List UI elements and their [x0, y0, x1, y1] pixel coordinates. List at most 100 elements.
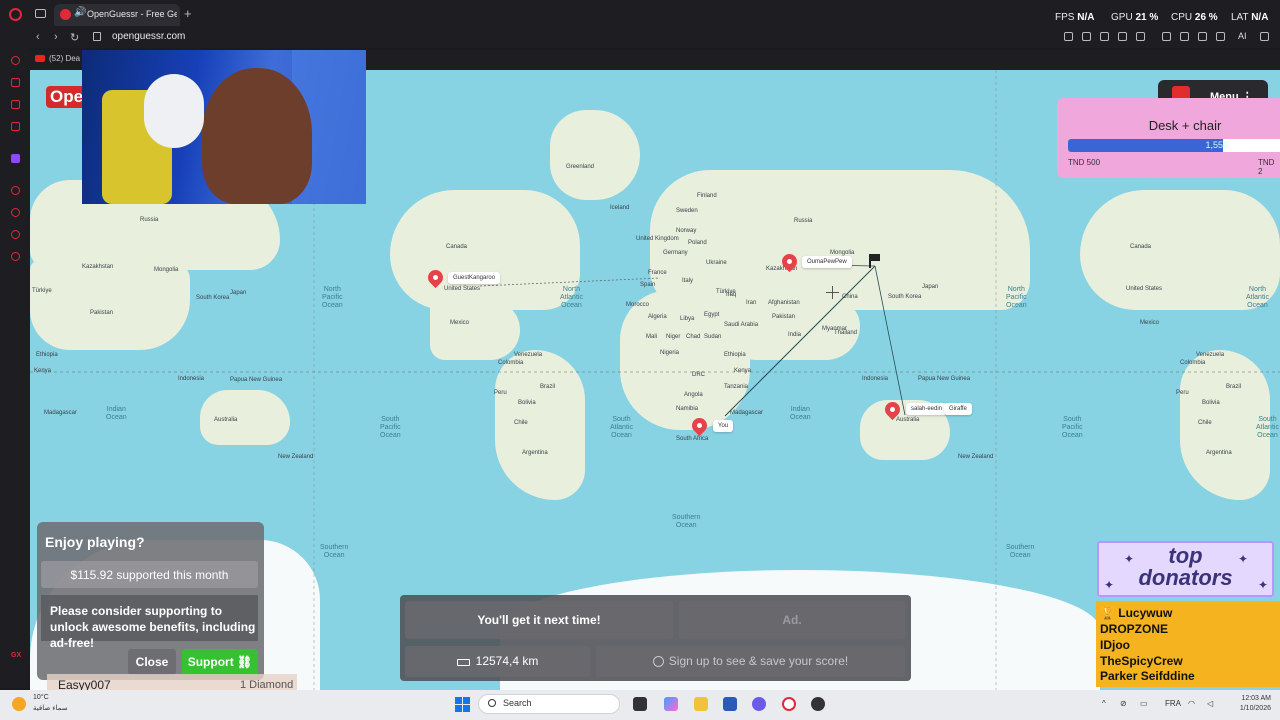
copilot-icon[interactable] [664, 697, 678, 711]
tray-display-icon[interactable]: ▭ [1140, 699, 1148, 708]
result-message: You'll get it next time! [405, 601, 673, 639]
sidebar-settings-icon[interactable] [11, 252, 20, 261]
shield-icon[interactable] [1100, 32, 1109, 41]
sidebar-history-icon[interactable] [11, 208, 20, 217]
start-icon[interactable] [455, 697, 470, 712]
tray-wifi-icon[interactable]: ◠ [1188, 699, 1195, 708]
map-label: Papua New Guinea [918, 376, 971, 382]
language-indicator[interactable]: FRA [1165, 699, 1181, 708]
distance-display: 12574,4 km [405, 646, 590, 677]
ocean-label: South Pacific Ocean [380, 416, 401, 439]
task-view-icon[interactable] [633, 697, 647, 711]
tray-network-icon[interactable]: ⊘ [1120, 699, 1127, 708]
user-icon [652, 656, 664, 667]
fps-stat: FPS N/A [1055, 12, 1095, 23]
forward-icon[interactable]: › [54, 31, 58, 43]
back-icon[interactable]: ‹ [36, 31, 40, 43]
donator-name: DROPZONE [1100, 622, 1169, 636]
download-icon[interactable] [1216, 32, 1225, 41]
donator-name: Parker Seifddine [1100, 669, 1195, 683]
tray-chevron-icon[interactable]: ^ [1102, 699, 1106, 708]
aria-ai-button[interactable]: AI [1238, 31, 1247, 41]
map-label: Sudan [704, 334, 722, 340]
support-button[interactable]: Support ⛓ [182, 649, 258, 675]
signup-button[interactable]: Sign up to see & save your score! [596, 646, 905, 677]
map-label: Japan [230, 290, 247, 296]
map-label: Nigeria [660, 350, 680, 356]
ocean-label: Indian Ocean [106, 406, 127, 421]
ocean-label: Southern Ocean [672, 514, 701, 529]
map-label: Venezuela [514, 352, 543, 358]
map-label: Morocco [626, 302, 650, 308]
close-button[interactable]: Close [128, 649, 176, 675]
map-label: Kenya [734, 368, 752, 374]
map-label: DRC [692, 372, 705, 378]
bookmark-youtube[interactable]: (52) Dea [49, 54, 80, 63]
discord-icon[interactable] [752, 697, 766, 711]
map-label: Venezuela [1196, 352, 1225, 358]
sidebar-music-icon[interactable] [11, 122, 20, 131]
file-explorer-icon[interactable] [694, 697, 708, 711]
easy-setup-icon[interactable] [1260, 32, 1269, 41]
reload-icon[interactable]: ↻ [70, 31, 79, 44]
map-label: Niger [666, 334, 681, 340]
ocean-label: Indian Ocean [790, 406, 811, 421]
map-label: Mexico [1140, 320, 1160, 326]
app-icon[interactable] [811, 697, 825, 711]
taskbar-clock[interactable]: 12:03 AM 1/10/2026 [1231, 694, 1271, 714]
map-label: Kazakhstan [82, 264, 114, 270]
bookmark-icon[interactable] [1064, 32, 1073, 41]
map-label: New Zealand [958, 454, 994, 460]
store-icon[interactable] [723, 697, 737, 711]
map-label: Papua New Guinea [230, 377, 283, 383]
sidebar-player-icon[interactable] [11, 186, 20, 195]
sidebar-twitch-icon[interactable] [11, 154, 20, 163]
map-label: Saudi Arabia [724, 322, 759, 328]
opera-gx-taskbar-icon[interactable] [782, 697, 796, 711]
url-field[interactable]: openguessr.com [112, 31, 185, 42]
sidebar-pin-icon[interactable] [11, 230, 20, 239]
weather-icon[interactable] [12, 697, 26, 711]
new-tab-icon[interactable]: + [184, 6, 192, 21]
sidebar-home-icon[interactable] [11, 56, 20, 65]
webcam-headphones [144, 74, 204, 148]
map-label: Spain [640, 282, 656, 288]
map-label: United States [1126, 286, 1163, 292]
screen: 🔊 OpenGuessr - Free Ge + FPS N/A GPU 21 … [0, 0, 1280, 720]
player-name-label: OumaPewPew [802, 256, 852, 268]
tab-openguessr[interactable]: 🔊 OpenGuessr - Free Ge [54, 4, 180, 26]
correct-location-flag-icon [868, 254, 880, 268]
heart-icon[interactable] [1136, 32, 1145, 41]
tab-overview-icon[interactable] [35, 9, 46, 18]
taskbar-search[interactable] [478, 694, 620, 714]
map-label: Canada [446, 244, 468, 250]
top-donators-title: top donators [1138, 543, 1233, 590]
sidebar-chat-icon[interactable] [11, 100, 20, 109]
openguessr-logo[interactable]: Ope [46, 86, 88, 108]
support-title: Enjoy playing? [45, 534, 145, 550]
speaker-icon[interactable]: 🔊 [74, 7, 86, 18]
snapshot-icon[interactable] [1082, 32, 1091, 41]
map-label: South Korea [888, 294, 922, 300]
lat-stat: LAT N/A [1231, 12, 1269, 23]
support-month-total: $115.92 supported this month [70, 568, 229, 582]
map-label: Brazil [540, 384, 556, 390]
account-icon[interactable] [1198, 32, 1207, 41]
map-label: New Zealand [278, 454, 314, 460]
map-label: Thailand [834, 330, 858, 336]
play-icon[interactable] [1118, 32, 1127, 41]
wallet-icon[interactable] [1162, 32, 1171, 41]
donation-goal-title: Desk + chair [1148, 118, 1222, 133]
tray-volume-icon[interactable]: ◁ [1207, 699, 1213, 708]
map-label: Italy [682, 278, 694, 284]
map-label: China [842, 294, 858, 300]
map-label: Norway [676, 228, 697, 234]
opera-logo-icon[interactable] [9, 8, 22, 21]
map-label: Chile [514, 420, 528, 426]
extensions-icon[interactable] [1180, 32, 1189, 41]
gx-icon[interactable]: GX [11, 652, 21, 659]
browser-sidebar [0, 48, 30, 688]
sidebar-messenger-icon[interactable] [11, 78, 20, 87]
map-label: Finland [697, 193, 717, 199]
ocean-label: North Pacific Ocean [1006, 286, 1027, 309]
